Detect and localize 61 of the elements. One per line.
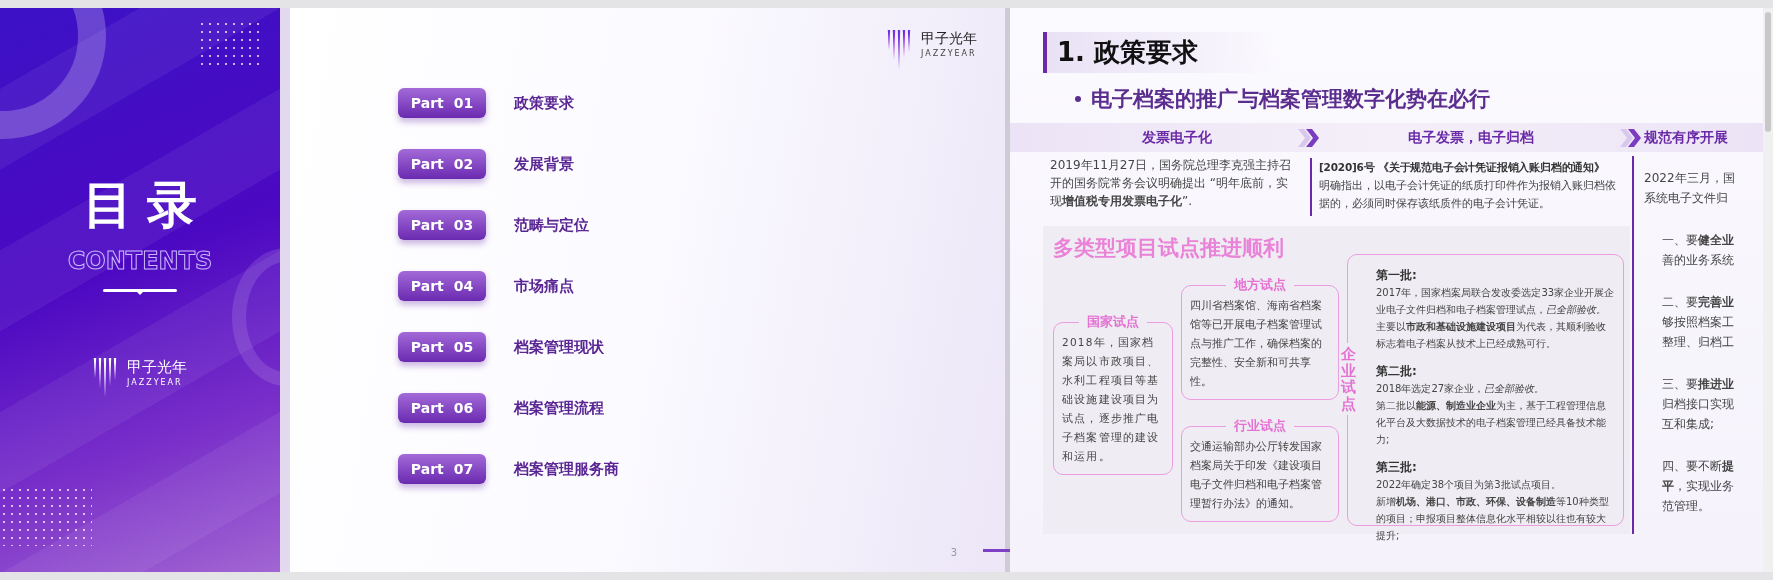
batch-title: 第二批: [1376,363,1418,380]
batch-text: 2018年选定27家企业，已全部验收。 [1376,382,1546,396]
part-label: Part 04 [398,271,486,301]
card-text: 四川省档案馆、海南省档案馆等已开展电子档案管理试点与推广工作，确保档案的完整性、安全新和可共享性。 [1190,298,1323,389]
slide-subheading: 电子档案的推广与档案管理数字化势在必行 [1091,86,1490,113]
contents-title: 目录 [82,178,211,233]
toc-title: 市场痛点 [514,276,574,296]
batch-text: 2017年，国家档案局联合发改委选定33家企业开展企业电子文件归档和电子档案管理试点，已全部验收。 [1376,286,1615,317]
logo-name: 甲子光年 [127,358,187,376]
toc-title: 档案管理流程 [514,398,604,418]
timeline-text: 够按照档案工 [1662,314,1735,331]
timeline-text: 平，实现业务 [1662,478,1735,495]
timeline-text: 二、要完善业 [1662,294,1735,311]
timeline-text: 善的业务系统 [1662,252,1735,269]
card-title: 行业试点 [1233,417,1287,435]
batch-title: 第一批: [1376,267,1418,284]
card-title: 企业试点 [1339,343,1358,415]
timeline-text: 互和集成; [1662,416,1716,433]
contents-subtitle: CONTENTS [67,247,213,275]
panel-title: 多类型项目试点推进顺利 [1053,235,1285,262]
timeline-label: 发票电子化 [1141,128,1212,147]
part-label: Part 07 [398,454,486,484]
toc-title: 档案管理服务商 [514,459,619,479]
part-label: Part 02 [398,149,486,179]
card-text: 2018年，国家档案局以市政项目、水利工程项目等基础设施建设项目为试点，逐步推广电子档案管理的建设和运用。 [1062,335,1161,464]
timeline-label: 电子发票，电子归档 [1408,128,1534,147]
timeline-label: 规范有序开展 [1644,128,1728,147]
timeline-text: 系统电子文件归 [1644,190,1729,207]
chevron-icon [1298,129,1320,147]
timeline-text: [2020]6号 《关于规范电子会计凭证报销入账归档的通知》 明确指出，以电子会计凭证的纸质打印件作为报销入账归档依据的，必须同时保存该纸质件的电子会计凭证。 [1319,160,1617,211]
part-label: Part 05 [398,332,486,362]
toc-title: 政策要求 [514,93,574,113]
part-label: Part 01 [398,88,486,118]
card-title: 地方试点 [1232,276,1287,294]
timeline-text: 2022年三月，国 [1644,170,1736,187]
card-title: 国家试点 [1086,313,1140,331]
toc-title: 档案管理现状 [514,337,604,357]
batch-text: 新增机场、港口、市政、环保、设备制造等10种类型的项目；申报项目整体信息化水平相较以往也有较大提升; [1376,495,1610,543]
timeline-text: 四、要不断提 [1662,458,1735,475]
batch-text: 2022年确定38个项目为第3批试点项目。 [1376,478,1562,492]
part-label: Part 03 [398,210,486,240]
batch-text: 第二批以能源、制造业企业为主，基于工程管理信息化平台及大数据技术的电子档案管理已经具备技术能力; [1376,399,1607,447]
chevron-icon [1620,129,1642,147]
scrollbar[interactable] [1763,8,1773,572]
toc-title: 范畴与定位 [514,215,589,235]
toc-title: 发展背景 [514,154,574,174]
logo-tagline: JAZZYEAR [127,378,184,387]
bullet-icon [1075,96,1081,102]
timeline-text: 一、要健全业 [1662,232,1735,249]
batch-title: 第三批: [1376,459,1418,476]
timeline-text: 三、要推进业 [1662,376,1735,393]
logo-name: 甲子光年 [921,30,977,47]
batch-text: 主要以市政和基础设施建设项目为代表，其顺利验收标志着电子档案从技术上已经成熟可行。 [1376,320,1607,351]
timeline-text: 整理、归档工 [1662,334,1735,351]
part-label: Part 06 [398,393,486,423]
logo-tagline: JAZZYEAR [921,48,977,58]
page-number: 3 [950,547,957,558]
timeline-text: 范管理。 [1662,498,1711,515]
timeline-text: 归档接口实现 [1662,396,1735,413]
timeline-text: 2019年11月27日，国务院总理李克强主持召开的国务院常务会议明确提出 “明年底前，实现增值税专用发票电子化”. [1050,157,1293,210]
card-text: 交通运输部办公厅转发国家档案局关于印发《建设项目电子文件归档和电子档案管理暂行办法》的通知。 [1190,439,1323,511]
